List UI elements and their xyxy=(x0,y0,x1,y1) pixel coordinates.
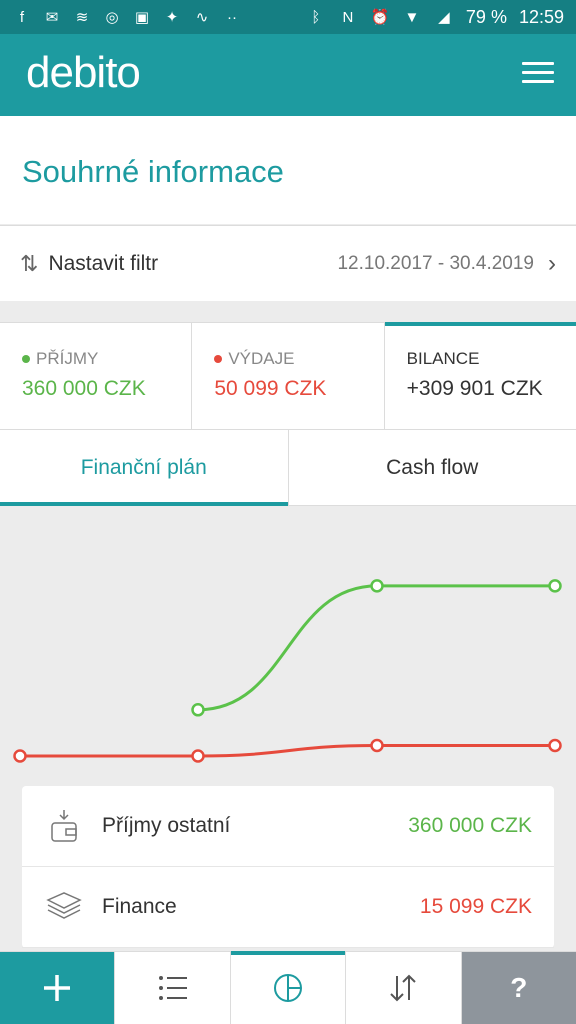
gmail-icon: ✉ xyxy=(45,9,59,26)
data-point-1-3[interactable] xyxy=(548,738,562,753)
app-bar: debito xyxy=(0,34,576,116)
filter-label: Nastavit filtr xyxy=(48,251,159,275)
twitter-icon: ✦ xyxy=(165,9,179,26)
tab-bar: Finanční plán Cash flow xyxy=(0,430,576,506)
list-nav-button[interactable] xyxy=(115,952,231,1024)
data-point-1-2[interactable] xyxy=(370,738,384,753)
transfers-nav-button[interactable] xyxy=(346,952,462,1024)
item-name: Finance xyxy=(102,895,177,918)
expense-value: 50 099 CZK xyxy=(214,377,327,400)
hamburger-menu-icon[interactable] xyxy=(522,62,554,88)
expense-dot-icon xyxy=(214,355,223,363)
item-amount: 360 000 CZK xyxy=(408,814,532,837)
wallet-icon xyxy=(46,808,82,844)
list-item[interactable]: Příjmy ostatní 360 000 CZK xyxy=(22,786,554,867)
filter-row[interactable]: ⇅ Nastavit filtr 12.10.2017 - 30.4.2019 … xyxy=(0,225,576,301)
category-list: Příjmy ostatní 360 000 CZK Finance 15 09… xyxy=(22,786,554,948)
overview-nav-button[interactable] xyxy=(230,951,347,1024)
help-button[interactable]: ? xyxy=(461,952,576,1024)
tab-cash-flow[interactable]: Cash flow xyxy=(287,430,576,505)
list-icon xyxy=(158,976,187,1000)
summary-cards: PŘÍJMY 360 000 CZK VÝDAJE 50 099 CZK BIL… xyxy=(0,322,576,430)
status-bar: f ✉ ≋ ◎ ▣ ✦ ∿ ·· ᛒ N ⏰ ▼ ◢ 79 % 12:59 xyxy=(0,0,576,34)
pie-chart-icon xyxy=(274,974,303,1002)
line-chart xyxy=(13,579,562,763)
data-point-0-0[interactable] xyxy=(191,703,205,717)
more-dots-icon: ·· xyxy=(227,8,237,26)
list-item[interactable]: Finance 15 099 CZK xyxy=(22,867,554,948)
series-line-0 xyxy=(197,584,555,712)
bluetooth-icon: ᛒ xyxy=(311,8,321,26)
title-section: Souhrné informace xyxy=(0,116,576,224)
facebook-icon: f xyxy=(19,8,25,26)
sort-arrows-icon xyxy=(390,974,417,1002)
data-point-1-0[interactable] xyxy=(13,749,27,763)
item-amount: 15 099 CZK xyxy=(419,895,532,918)
tab-financial-plan[interactable]: Finanční plán xyxy=(0,430,288,506)
activity-icon: ∿ xyxy=(195,9,209,26)
balance-value: +309 901 CZK xyxy=(406,377,543,400)
balance-caption: BILANCE xyxy=(406,349,480,368)
clock: 12:59 xyxy=(518,6,564,27)
image-icon: ▣ xyxy=(134,9,150,26)
wind-icon: ≋ xyxy=(75,9,89,26)
money-stack-icon xyxy=(46,889,82,925)
balance-card[interactable]: BILANCE +309 901 CZK xyxy=(384,322,576,429)
battery-text: 79 % xyxy=(465,6,507,27)
income-caption: PŘÍJMY xyxy=(36,349,99,368)
data-point-0-1[interactable] xyxy=(370,579,384,593)
income-dot-icon xyxy=(22,355,30,363)
income-card[interactable]: PŘÍJMY 360 000 CZK xyxy=(0,323,193,429)
sort-arrows-icon: ⇅ xyxy=(20,250,39,276)
add-button[interactable] xyxy=(0,952,116,1024)
bottom-nav: ? xyxy=(0,951,576,1024)
date-range: 12.10.2017 - 30.4.2019 xyxy=(337,252,534,274)
chevron-right-icon: › xyxy=(548,249,556,277)
series-line-1 xyxy=(19,744,555,758)
expense-card[interactable]: VÝDAJE 50 099 CZK xyxy=(192,323,385,429)
income-value: 360 000 CZK xyxy=(22,377,146,400)
signal-icon: ◢ xyxy=(438,9,450,26)
alarm-icon: ⏰ xyxy=(370,9,390,26)
expense-caption: VÝDAJE xyxy=(228,349,295,368)
data-point-1-1[interactable] xyxy=(191,749,205,763)
wifi-icon: ▼ xyxy=(404,8,420,26)
plus-icon xyxy=(44,975,71,1001)
nfc-icon: N xyxy=(342,8,354,26)
data-point-0-2[interactable] xyxy=(548,579,562,593)
page-title: Souhrné informace xyxy=(22,154,284,189)
item-name: Příjmy ostatní xyxy=(102,814,231,837)
alarm-app-icon: ◎ xyxy=(105,9,119,26)
app-logo: debito xyxy=(26,48,141,97)
